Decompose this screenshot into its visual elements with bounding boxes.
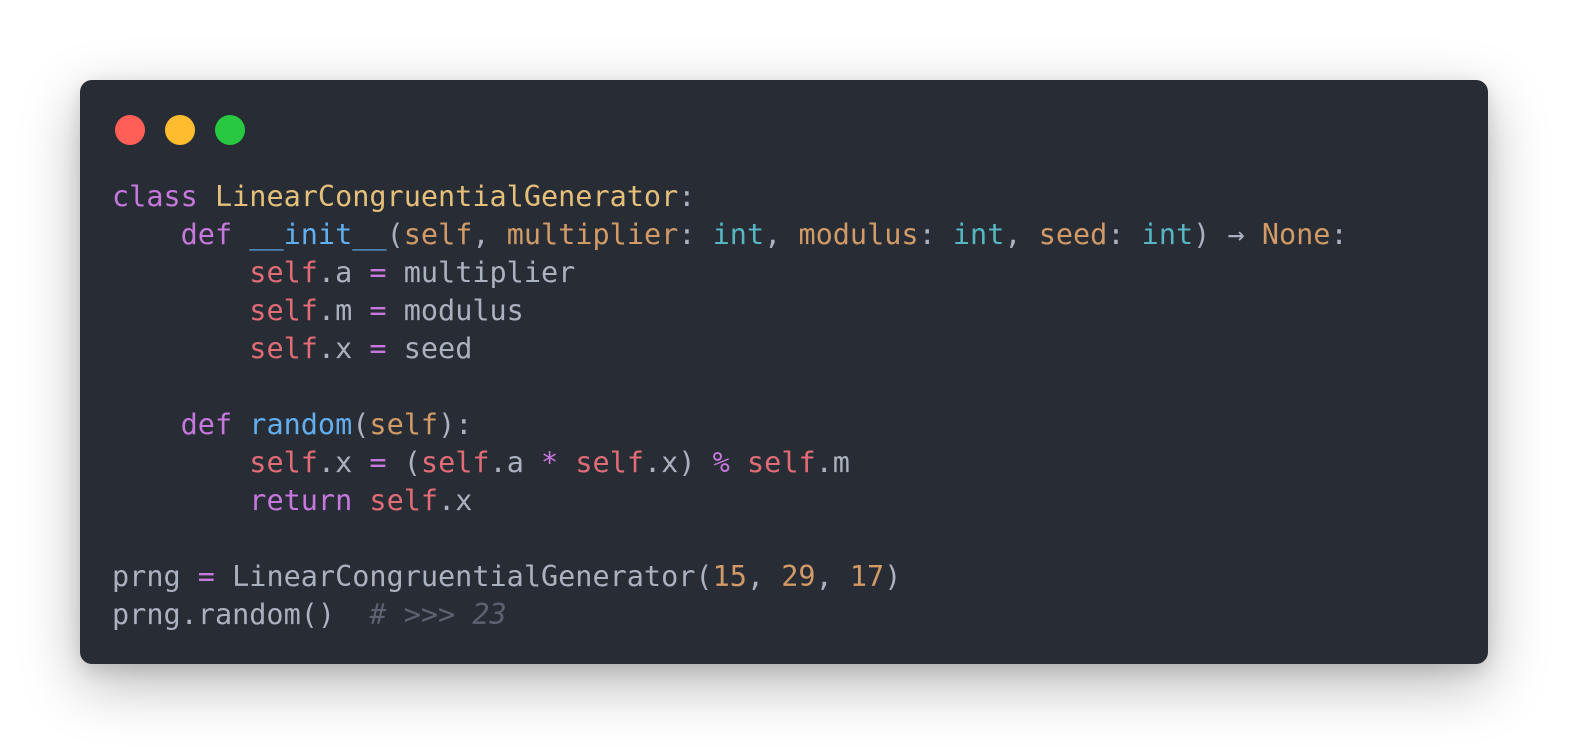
code-token-num: 15 xyxy=(712,560,747,593)
code-token-type: int xyxy=(952,218,1005,251)
code-token-plain: LinearCongruentialGenerator( xyxy=(214,560,713,593)
code-token-op: = xyxy=(197,560,215,593)
code-token-kw: class xyxy=(112,180,198,213)
code-token-plain: .x xyxy=(317,332,370,365)
code-token-self: self xyxy=(249,446,318,479)
code-token-plain: seed xyxy=(386,332,473,365)
code-token-plain: ( xyxy=(352,408,370,441)
code-token-plain: : xyxy=(918,218,953,251)
code-token-num: 17 xyxy=(849,560,885,593)
code-token-plain: , xyxy=(1004,218,1039,251)
code-token-fn: __init__ xyxy=(249,218,387,251)
code-token-comment: # >>> 23 xyxy=(369,598,507,631)
code-token-op: % xyxy=(712,446,730,479)
code-token-plain: multiplier xyxy=(386,256,576,289)
code-token-self: self xyxy=(249,294,318,327)
code-line: self.a = multiplier xyxy=(112,254,1348,292)
code-window: class LinearCongruentialGenerator: def _… xyxy=(80,80,1488,664)
code-token-kw: def xyxy=(180,218,233,251)
code-line: def __init__(self, multiplier: int, modu… xyxy=(112,216,1348,254)
close-dot-icon[interactable] xyxy=(115,115,145,145)
code-token-plain: .x xyxy=(317,446,370,479)
code-token-plain: .m xyxy=(317,294,370,327)
minimize-dot-icon[interactable] xyxy=(165,115,195,145)
code-token-param: multiplier xyxy=(506,218,679,251)
code-line: prng.random() # >>> 23 xyxy=(112,596,1348,634)
code-line: self.m = modulus xyxy=(112,292,1348,330)
code-token-none: None xyxy=(1261,218,1331,251)
code-token-plain: .a xyxy=(489,446,542,479)
code-token-op: = xyxy=(369,256,387,289)
code-token-self: self xyxy=(420,446,490,479)
code-token-kw: def xyxy=(180,408,233,441)
code-token-param: modulus xyxy=(798,218,919,251)
code-line: self.x = (self.a * self.x) % self.m xyxy=(112,444,1348,482)
code-token-plain: ( xyxy=(386,446,421,479)
code-token-plain: : xyxy=(678,218,713,251)
code-token-self: self xyxy=(249,332,318,365)
code-line: self.x = seed xyxy=(112,330,1348,368)
code-token-plain: , xyxy=(472,218,507,251)
code-token-type: int xyxy=(1141,218,1194,251)
code-token-op: = xyxy=(369,294,387,327)
code-token-self: self xyxy=(369,484,439,517)
code-token-plain: prng.random() xyxy=(112,598,336,631)
code-token-plain: , xyxy=(815,560,850,593)
code-token-plain: : xyxy=(1107,218,1142,251)
code-token-self: self xyxy=(747,446,816,479)
maximize-dot-icon[interactable] xyxy=(215,115,245,145)
code-token-plain: , xyxy=(764,218,799,251)
code-token-type: int xyxy=(712,218,765,251)
code-token-cls: LinearCongruentialGenerator xyxy=(214,180,679,213)
code-token-plain: → xyxy=(1227,218,1245,251)
code-token-plain: , xyxy=(746,560,782,593)
code-token-plain: ) xyxy=(1193,218,1228,251)
code-line: class LinearCongruentialGenerator: xyxy=(112,178,1348,216)
code-token-num: 29 xyxy=(781,560,816,593)
code-token-plain: .a xyxy=(317,256,370,289)
code-line: prng = LinearCongruentialGenerator(15, 2… xyxy=(112,558,1348,596)
code-token-self: self xyxy=(575,446,645,479)
code-token-plain: .m xyxy=(815,446,850,479)
code-token-kw: return xyxy=(249,484,353,517)
code-token-fn: random xyxy=(249,408,353,441)
code-token-plain: ) xyxy=(884,560,902,593)
window-controls xyxy=(115,115,245,145)
code-block: class LinearCongruentialGenerator: def _… xyxy=(112,178,1348,634)
code-token-param: self xyxy=(369,408,439,441)
code-token-plain: .x xyxy=(438,484,473,517)
code-token-op: = xyxy=(369,332,387,365)
code-token-plain: modulus xyxy=(386,294,524,327)
code-line: def random(self): xyxy=(112,406,1348,444)
code-token-op: * xyxy=(541,446,559,479)
code-token-param: self xyxy=(403,218,473,251)
code-token-op: = xyxy=(369,446,387,479)
code-token-plain: : xyxy=(678,180,696,213)
code-token-plain: : xyxy=(1330,218,1348,251)
code-token-plain: ( xyxy=(386,218,404,251)
code-token-plain: .x) xyxy=(644,446,713,479)
code-token-self: self xyxy=(249,256,318,289)
code-token-param: seed xyxy=(1038,218,1108,251)
code-token-plain: ): xyxy=(438,408,473,441)
code-line: return self.x xyxy=(112,482,1348,520)
code-token-plain: prng xyxy=(112,560,198,593)
